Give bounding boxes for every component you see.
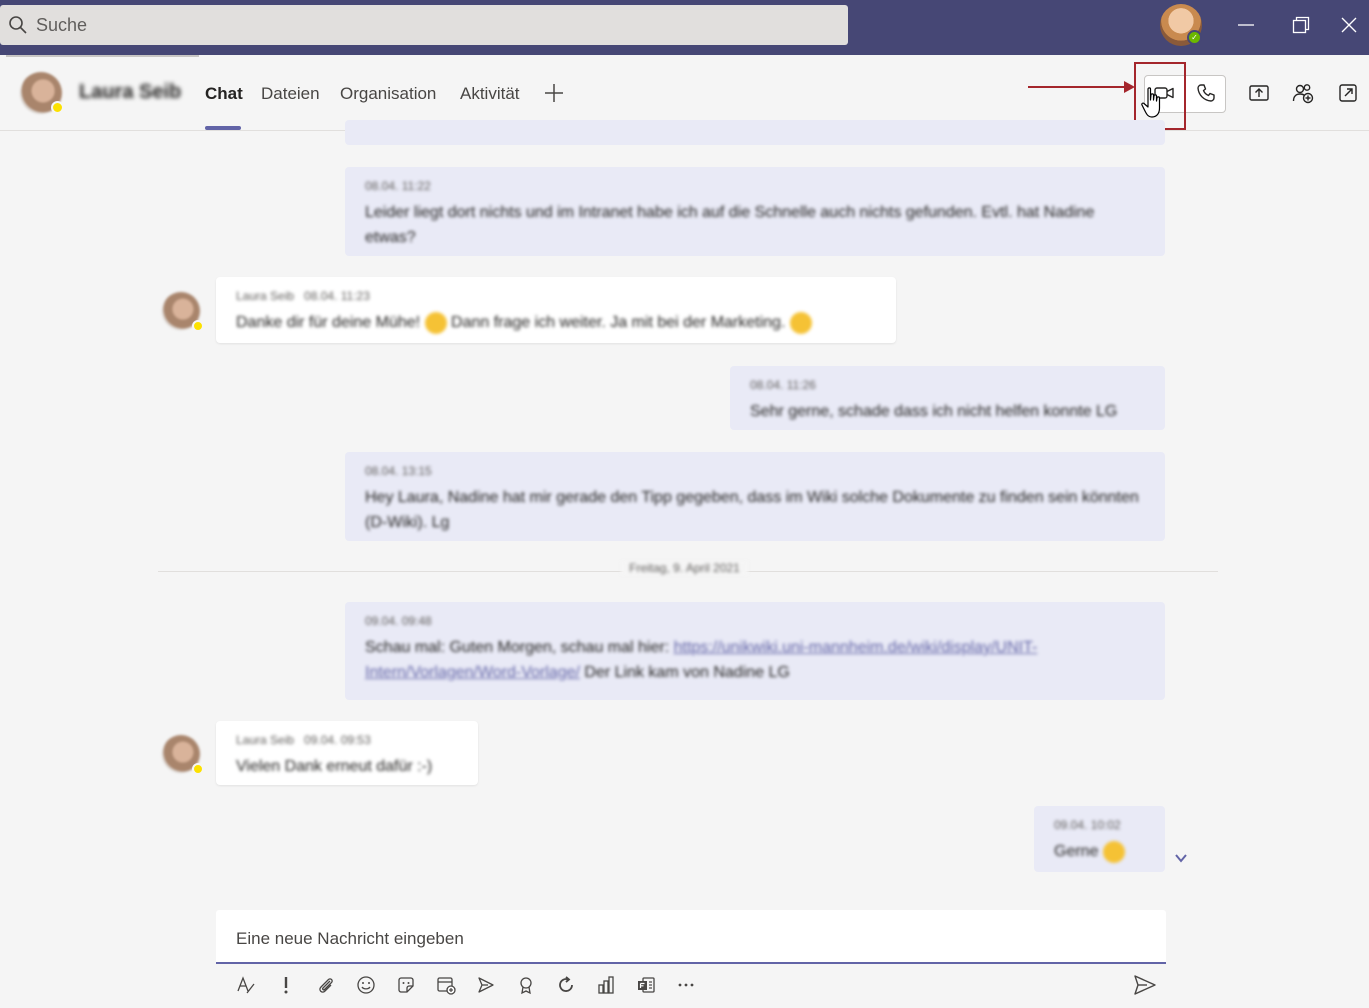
message-text: Vielen Dank erneut dafür :-)	[236, 758, 433, 775]
add-people-button[interactable]	[1283, 74, 1323, 112]
compose-placeholder: Eine neue Nachricht eingeben	[236, 929, 464, 948]
message-timestamp: 08.04. 11:26	[750, 378, 816, 392]
tab-organisation[interactable]: Organisation	[340, 84, 436, 104]
restore-icon	[1292, 16, 1309, 34]
smile-emoji-icon	[789, 311, 812, 334]
read-receipt-icon	[1175, 854, 1187, 863]
message-bubble[interactable]: 09.04. 09:48 Schau mal: Guten Morgen, sc…	[345, 602, 1165, 700]
restore-button[interactable]	[1273, 0, 1328, 50]
emoji-icon	[357, 976, 375, 994]
more-options-button[interactable]	[673, 972, 699, 998]
message-timestamp: 08.04. 11:22	[365, 179, 431, 193]
emoji-button[interactable]	[353, 972, 379, 998]
message-text: Der Link kam von Nadine LG	[584, 664, 790, 681]
pop-out-icon	[1339, 84, 1357, 102]
search-icon	[9, 16, 27, 34]
message-timestamp: 09.04. 09:48	[365, 614, 432, 628]
tab-chat[interactable]: Chat	[205, 84, 243, 104]
stream-icon	[478, 977, 494, 993]
away-status-icon	[51, 101, 64, 114]
close-button[interactable]	[1328, 0, 1369, 50]
message-author: Laura Seib	[236, 733, 295, 747]
audio-call-button[interactable]	[1186, 74, 1226, 112]
minimize-icon	[1237, 24, 1254, 26]
message-text: Danke dir für deine Mühe!	[236, 314, 421, 331]
more-icon	[678, 983, 694, 987]
available-status-icon: ✓	[1187, 30, 1202, 45]
message-bubble[interactable]: 09.04. 10:02 Gerne	[1034, 806, 1165, 872]
message-bubble[interactable]: Laura Seib 08.04. 11:23 Danke dir für dei…	[216, 277, 896, 343]
message-text: Schau mal: Guten Morgen, schau mal hier:	[365, 639, 670, 656]
share-screen-icon	[1249, 85, 1269, 101]
message-timestamp: 09.04. 09:53	[304, 733, 371, 747]
message-timestamp: 08.04. 13:15	[365, 464, 432, 478]
schedule-meeting-button[interactable]	[433, 972, 459, 998]
message-bubble-partial	[345, 120, 1165, 145]
attach-icon	[319, 978, 333, 993]
insights-button[interactable]	[593, 972, 619, 998]
forms-button[interactable]	[633, 972, 659, 998]
add-people-icon	[1292, 84, 1314, 104]
message-bubble[interactable]: 08.04. 11:26 Sehr gerne, schade dass ich…	[730, 366, 1165, 430]
format-button[interactable]	[233, 972, 259, 998]
sticker-icon	[398, 977, 414, 993]
praise-button[interactable]	[513, 972, 539, 998]
message-compose-box[interactable]: Eine neue Nachricht eingeben	[216, 910, 1166, 964]
active-tab-indicator	[205, 126, 241, 130]
away-status-icon	[192, 763, 204, 775]
message-timestamp: 08.04. 11:23	[304, 289, 370, 303]
insights-icon	[598, 976, 614, 994]
away-status-icon	[192, 320, 204, 332]
message-text: Hey Laura, Nadine hat mir gerade den Tip…	[365, 489, 1139, 531]
stream-button[interactable]	[473, 972, 499, 998]
share-screen-button[interactable]	[1239, 74, 1279, 112]
annotation-arrow	[1028, 86, 1128, 88]
tab-dateien[interactable]: Dateien	[261, 84, 320, 104]
smile-emoji-icon	[424, 311, 447, 334]
message-bubble[interactable]: 08.04. 13:15 Hey Laura, Nadine hat mir g…	[345, 452, 1165, 541]
contact-name[interactable]: Laura Seib	[79, 81, 181, 104]
sticker-button[interactable]	[393, 972, 419, 998]
audio-call-icon	[1197, 84, 1215, 102]
search-placeholder: Suche	[36, 14, 88, 35]
priority-button[interactable]	[273, 972, 299, 998]
message-text: Sehr gerne, schade dass ich nicht helfen…	[750, 403, 1118, 420]
message-text: Gerne	[1054, 843, 1099, 860]
message-bubble[interactable]: Laura Seib 09.04. 09:53 Vielen Dank erneu…	[216, 721, 478, 785]
plus-icon[interactable]	[543, 82, 565, 104]
search-box[interactable]: Suche	[0, 5, 848, 45]
date-separator: Freitag, 9. April 2021	[0, 561, 1369, 575]
message-text: Dann frage ich weiter. Ja mit bei der Ma…	[451, 314, 786, 331]
hand-cursor-icon	[1141, 87, 1161, 118]
smile-emoji-icon	[1102, 840, 1125, 863]
message-text: Leider liegt dort nichts und im Intranet…	[365, 204, 1095, 246]
header-divider	[6, 55, 199, 57]
message-author: Laura Seib	[236, 289, 295, 303]
message-bubble[interactable]: 08.04. 11:22 Leider liegt dort nichts un…	[345, 167, 1165, 256]
attach-button[interactable]	[313, 972, 339, 998]
schedule-meeting-icon	[437, 977, 456, 995]
send-icon[interactable]	[1132, 972, 1158, 998]
loop-button[interactable]	[553, 972, 579, 998]
close-icon	[1341, 17, 1356, 33]
praise-icon	[520, 977, 532, 995]
minimize-button[interactable]	[1218, 0, 1273, 50]
loop-icon	[559, 976, 573, 992]
format-icon	[237, 976, 255, 994]
title-bar: Suche ✓	[0, 0, 1369, 55]
tab-aktivitaet[interactable]: Aktivität	[460, 84, 520, 104]
priority-icon	[284, 977, 288, 994]
pop-out-button[interactable]	[1328, 74, 1368, 112]
forms-icon	[638, 977, 655, 993]
message-timestamp: 09.04. 10:02	[1054, 818, 1121, 832]
